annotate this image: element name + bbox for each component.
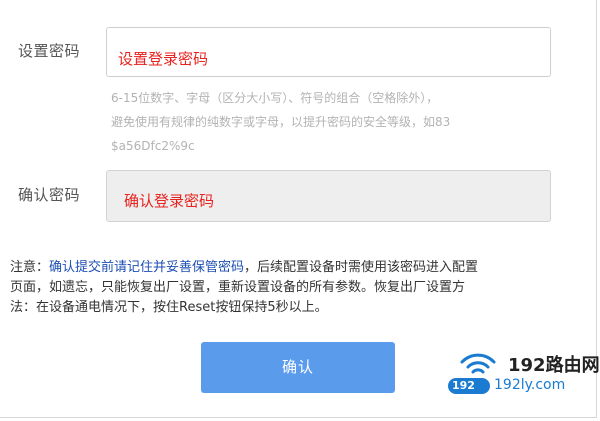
password-setup-panel: 设置密码 设置登录密码 6-15位数字、字母（区分大小写）、符号的组合（空格除外… (0, 0, 600, 418)
confirm-button[interactable]: 确认 (201, 342, 395, 393)
password-hint-line: 6-15位数字、字母（区分大小写）、符号的组合（空格除外）， (111, 91, 439, 105)
watermark-logo: 192路由网 192 192ly.com (448, 350, 600, 400)
notice-text: 注意：确认提交前请记住并妥善保管密码，后续配置设备时需使用该密码进入配置 页面，… (10, 258, 590, 318)
notice-line-3: 法：在设备通电情况下，按住Reset按钮保持5秒以上。 (10, 300, 328, 315)
notice-line-1: 注意：确认提交前请记住并妥善保管密码，后续配置设备时需使用该密码进入配置 (10, 258, 590, 278)
notice-line-1-rest: ，后续配置设备时需使用该密码进入配置 (244, 260, 479, 275)
notice-prefix: 注意： (10, 260, 50, 275)
watermark-badge: 192 (448, 378, 490, 394)
notice-line-2: 页面，如遗忘，只能恢复出厂设置，重新设置设备的所有参数。恢复出厂设置方 (10, 280, 466, 295)
notice-highlight: 确认提交前请记住并妥善保管密码 (49, 260, 245, 275)
confirm-password-label: 确认密码 (18, 186, 81, 204)
watermark-domain: 192ly.com (494, 377, 566, 393)
confirm-password-input[interactable]: 确认登录密码 (106, 170, 551, 222)
password-label: 设置密码 (18, 42, 81, 60)
password-input[interactable]: 设置登录密码 (106, 27, 551, 77)
password-hint-line: 避免使用有规律的纯数字或字母，以提升密码的安全等级，如83 (111, 115, 451, 129)
password-hint: 6-15位数字、字母（区分大小写）、符号的组合（空格除外）， 避免使用有规律的纯… (111, 86, 581, 158)
password-hint-line: $a56Dfc2%9c (111, 139, 195, 153)
watermark-name: 192路由网 (508, 355, 600, 376)
wifi-icon (460, 353, 496, 374)
